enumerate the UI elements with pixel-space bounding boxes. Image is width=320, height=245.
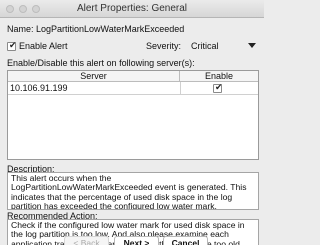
severity-label: Severity: — [146, 41, 182, 51]
enable-alert-label: Enable Alert — [19, 41, 68, 51]
column-header-server[interactable]: Server — [8, 71, 180, 81]
alert-name: Name: LogPartitionLowWaterMarkExceeded — [7, 24, 185, 34]
check-icon: ✔ — [215, 82, 223, 92]
cancel-button[interactable]: Cancel — [163, 236, 208, 245]
row-divider — [8, 94, 258, 95]
table-row[interactable]: 10.106.91.199 ✔ — [8, 82, 258, 94]
check-icon: ✔ — [9, 39, 17, 50]
checkbox-box[interactable]: ✔ — [7, 39, 17, 51]
chevron-down-icon[interactable] — [248, 43, 256, 48]
severity-select[interactable]: Severity: Critical — [146, 40, 256, 52]
server-table: Server Enable 10.106.91.199 ✔ — [7, 70, 259, 160]
description-text: This alert occurs when the LogPartitionL… — [7, 172, 259, 210]
title-bar: Alert Properties: General — [0, 0, 264, 18]
window-title: Alert Properties: General — [76, 3, 188, 14]
button-bar: < Back Next > Cancel — [0, 236, 264, 245]
servers-section-label: Enable/Disable this alert on following s… — [7, 58, 195, 68]
severity-value[interactable]: Critical — [191, 41, 219, 51]
server-address: 10.106.91.199 — [10, 83, 68, 93]
server-enable-checkbox[interactable]: ✔ — [213, 82, 223, 93]
table-header: Server Enable — [8, 71, 258, 82]
back-button[interactable]: < Back — [64, 236, 109, 245]
enable-alert-checkbox[interactable]: ✔ Enable Alert — [7, 40, 68, 52]
column-divider — [180, 82, 181, 94]
column-header-enable[interactable]: Enable — [180, 71, 258, 82]
next-button[interactable]: Next > — [114, 236, 159, 245]
